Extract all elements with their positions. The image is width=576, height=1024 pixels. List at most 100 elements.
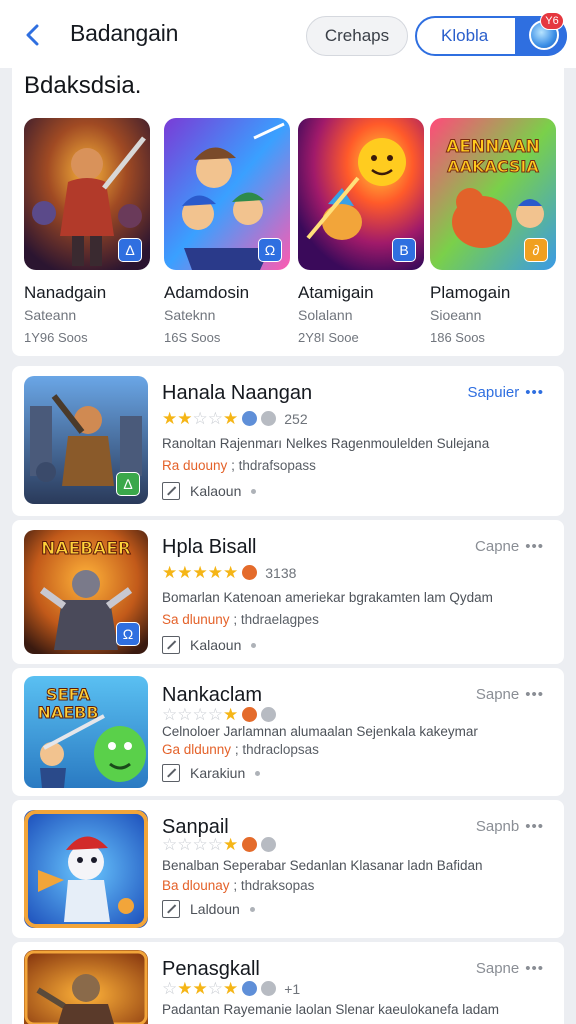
featured-item[interactable]: Δ Nanadgain Sateann 1Y96 Soos	[24, 118, 152, 348]
monster-battle-artwork: SEFA NAEBB	[24, 676, 148, 788]
featured-item-subtitle: Solalann	[298, 307, 353, 323]
featured-item[interactable]: B Atamigain Solalann 2Y8Ι Sooe	[298, 118, 426, 348]
list-item[interactable]: ∆ Hanala Naangan Sapuier ••• ★ ★ ☆ ☆ ★ 252 Ra…	[12, 366, 564, 516]
secondary-pill-button[interactable]: Crehaps	[306, 16, 408, 56]
list-item-note: Laldoun	[162, 900, 255, 918]
game-thumbnail[interactable]: ∆	[24, 376, 148, 504]
star-icon: ★	[223, 705, 239, 724]
top-app-bar: Badangain Crehaps Klobla Y6	[0, 0, 576, 68]
tag-primary: Ra duouny	[162, 458, 228, 473]
more-dots-icon[interactable]: •••	[525, 960, 544, 977]
star-icon: ☆	[192, 835, 208, 854]
note-label: Karakiun	[190, 765, 246, 781]
featured-section: Bdaksdsia. Δ Nanadgain Sateann 1Y96 Soos	[12, 60, 564, 356]
game-thumbnail[interactable]: Ω	[164, 118, 290, 270]
list-item-note: Kalaoun	[162, 482, 257, 500]
featured-item[interactable]: Ω Adamdosin Sateknn 16S Soos	[164, 118, 292, 348]
featured-item-subtitle: Sateknn	[164, 307, 216, 323]
note-label: Kalaoun	[190, 483, 242, 499]
featured-item-subtitle: Sioeann	[430, 307, 482, 323]
list-item-action[interactable]: Sapne •••	[476, 686, 544, 703]
platform-badge: B	[392, 238, 416, 262]
list-item-tags: Ra duouny ; thdrafsopass	[162, 458, 316, 473]
list-item-action[interactable]: Sapnb •••	[476, 818, 544, 835]
star-icon: ★	[162, 409, 178, 428]
mascot-artwork	[24, 810, 148, 928]
tag-secondary: thdraelagpes	[240, 612, 319, 627]
banner-text-line-1: SEFA	[46, 685, 91, 704]
featured-item-meta: 16S Soos	[164, 330, 221, 345]
rating-row: ☆ ☆ ☆ ☆ ★	[162, 705, 277, 724]
list-item[interactable]: Penasgkall Sapne ••• ☆ ★ ★ ☆ ★ +1 Padantan Ra…	[12, 942, 564, 1024]
list-item-action[interactable]: Capne •••	[475, 538, 544, 555]
more-dots-icon[interactable]: •••	[525, 818, 544, 835]
edit-icon[interactable]	[162, 636, 180, 654]
star-icon: ★	[223, 979, 239, 998]
game-thumbnail[interactable]: Δ	[24, 118, 150, 270]
list-item-action-label: Sapuier	[467, 384, 520, 401]
platform-badge: ∂	[524, 238, 548, 262]
chevron-left-icon[interactable]	[20, 20, 46, 50]
tag-secondary: thdraksopas	[240, 878, 315, 893]
more-dots-icon[interactable]: •••	[525, 384, 544, 401]
list-item-description: Padantan Rayemanie laolan Slenar kaeulok…	[162, 1002, 499, 1017]
game-thumbnail[interactable]: NAEBAER Ω	[24, 530, 148, 654]
list-item[interactable]: Sanpail Sapnb ••• ☆ ☆ ☆ ☆ ★ Benalban Seperaba…	[12, 800, 564, 938]
star-icon: ☆	[192, 409, 208, 428]
list-item-description: Bomarlan Katenoan ameriekar bgrakamten l…	[162, 590, 493, 605]
list-item-action-label: Sapne	[475, 686, 520, 703]
star-icon: ★	[223, 409, 239, 428]
warrior-artwork	[24, 950, 148, 1024]
lock-icon	[242, 707, 258, 722]
info-icon	[261, 707, 277, 722]
section-title: Bdaksdsia.	[24, 72, 142, 99]
rating-row: ★ ★ ★ ★ ★ 3138	[162, 564, 296, 581]
tag-primary: Ga dldunny	[162, 742, 232, 757]
edit-icon[interactable]	[162, 482, 180, 500]
list-item[interactable]: NAEBAER Ω Hpla Bisall Capne ••• ★ ★ ★ ★ ★ 313…	[12, 520, 564, 664]
platform-badge: Δ	[118, 238, 142, 262]
game-thumbnail[interactable]: B	[298, 118, 424, 270]
banner-text-line-2: AAKACSIA	[447, 157, 539, 176]
list-item-tags: Ga dldunny ; thdraclopsas	[162, 742, 319, 757]
game-thumbnail[interactable]: SEFA NAEBB	[24, 676, 148, 788]
edit-icon[interactable]	[162, 764, 180, 782]
list-item-tags: Sa dlununy ; thdraelagpes	[162, 612, 319, 627]
star-icon: ★	[223, 563, 239, 582]
list-item-action-label: Sapnb	[475, 818, 520, 835]
featured-item-meta: 186 Soos	[430, 330, 485, 345]
game-thumbnail[interactable]	[24, 950, 148, 1024]
featured-item[interactable]: AENNAAN AAKACSIA ∂ Plamogain Sioeann 186…	[430, 118, 558, 348]
featured-item-subtitle: Sateann	[24, 307, 77, 323]
lock-icon	[242, 837, 258, 852]
list-item-title: Hpla Bisall	[162, 536, 257, 558]
list-item[interactable]: SEFA NAEBB Nankaclam Sapne ••• ☆ ☆ ☆ ☆ ★ Celn…	[12, 668, 564, 796]
list-item-description: Ranoltan Rajenmarı Nelkes Ragenmoulelden…	[162, 436, 490, 451]
star-icon: ★	[177, 563, 193, 582]
platform-badge: Ω	[116, 622, 140, 646]
star-icon: ★	[192, 563, 208, 582]
list-item-note: Kalaoun	[162, 636, 257, 654]
list-item-action[interactable]: Sapne •••	[476, 960, 544, 977]
tag-primary: Ba dlounay	[162, 878, 230, 893]
list-item-description: Celnoloer Jarlamnan alumaalan Sejenkala …	[162, 724, 478, 739]
more-dots-icon[interactable]: •••	[525, 686, 544, 703]
info-icon	[261, 981, 277, 996]
game-thumbnail[interactable]	[24, 810, 148, 928]
tag-primary: Sa dlununy	[162, 612, 230, 627]
banner-text: NAEBAER	[41, 539, 131, 559]
star-icon: ★	[192, 979, 208, 998]
star-icon: ☆	[162, 705, 178, 724]
rating-count: 3138	[265, 564, 297, 581]
edit-icon[interactable]	[162, 900, 180, 918]
dot-separator	[251, 488, 257, 494]
more-dots-icon[interactable]: •••	[525, 538, 544, 555]
banner-text-line-2: NAEBB	[37, 703, 98, 722]
game-thumbnail[interactable]: AENNAAN AAKACSIA ∂	[430, 118, 556, 270]
star-icon: ★	[177, 979, 193, 998]
list-item-action[interactable]: Sapuier •••	[468, 384, 544, 401]
star-icon: ☆	[177, 705, 193, 724]
star-icon: ★	[207, 563, 223, 582]
star-icon: ☆	[192, 705, 208, 724]
star-icon: ☆	[162, 979, 178, 998]
